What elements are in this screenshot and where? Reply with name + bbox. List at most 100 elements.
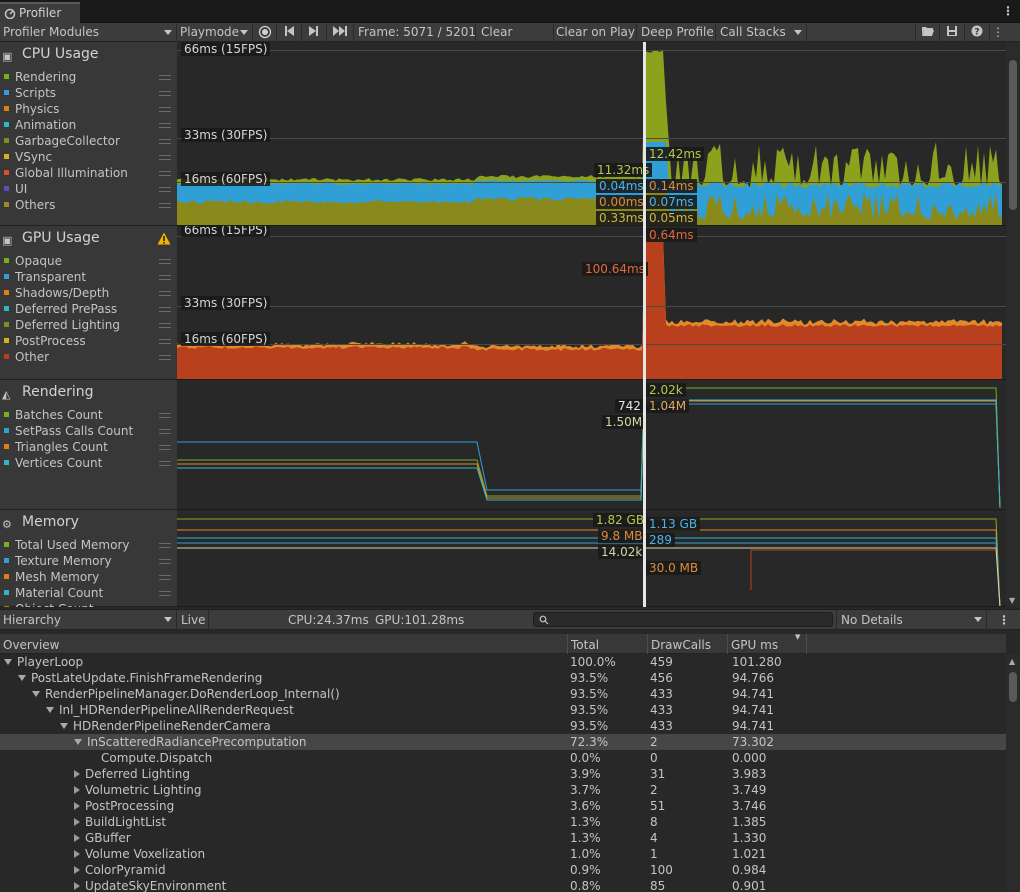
next-frame-button[interactable] <box>302 23 327 42</box>
details-menu-icon[interactable]: ⋮ <box>998 610 1010 630</box>
rendering-chart[interactable]: 742 1.50M 2.02k 1.04M <box>177 380 1006 510</box>
expand-right-icon[interactable] <box>74 834 80 842</box>
drag-handle-icon[interactable] <box>159 591 171 596</box>
chart-scrollbar-thumb[interactable] <box>1009 60 1017 210</box>
legend-item[interactable]: Opaque <box>4 254 62 270</box>
drag-handle-icon[interactable] <box>159 355 171 360</box>
deep-profile-button[interactable]: Deep Profile <box>637 23 716 42</box>
gpu-chart[interactable]: 66ms (15FPS) 33ms (30FPS) 16ms (60FPS) 1… <box>177 226 1006 380</box>
drag-handle-icon[interactable] <box>159 91 171 96</box>
legend-item[interactable]: PostProcess <box>4 334 86 350</box>
drag-handle-icon[interactable] <box>159 75 171 80</box>
expand-down-icon[interactable] <box>60 723 68 729</box>
legend-item[interactable]: Other <box>4 350 49 366</box>
legend-item[interactable]: Texture Memory <box>4 554 112 570</box>
current-frame-button[interactable] <box>327 23 354 42</box>
table-row[interactable]: UpdateSkyEnvironment 0.8% 85 0.901 <box>0 878 1006 892</box>
drag-handle-icon[interactable] <box>159 413 171 418</box>
table-row[interactable]: InScatteredRadiancePrecomputation 72.3% 2 7… <box>0 734 1006 750</box>
legend-item[interactable]: Vertices Count <box>4 456 102 472</box>
load-button[interactable] <box>915 23 940 42</box>
legend-item[interactable]: Total Used Memory <box>4 538 130 554</box>
expand-down-icon[interactable] <box>74 739 82 745</box>
column-gpu-ms[interactable]: GPU ms ▼ <box>727 633 807 654</box>
legend-item[interactable]: Global Illumination <box>4 166 128 182</box>
legend-item[interactable]: Transparent <box>4 270 86 286</box>
drag-handle-icon[interactable] <box>159 429 171 434</box>
clear-button[interactable]: Clear <box>476 23 554 42</box>
expand-right-icon[interactable] <box>74 802 80 810</box>
drag-handle-icon[interactable] <box>159 107 171 112</box>
table-row[interactable]: PlayerLoop 100.0% 459 101.280 <box>0 654 1006 670</box>
legend-item[interactable]: GarbageCollector <box>4 134 120 150</box>
module-cpu-usage[interactable]: ▣ CPU Usage Rendering Scripts Physics Animati… <box>0 42 177 226</box>
legend-item[interactable]: Rendering <box>4 70 76 86</box>
legend-item[interactable]: Mesh Memory <box>4 570 99 586</box>
drag-handle-icon[interactable] <box>159 155 171 160</box>
column-total[interactable]: Total <box>567 634 647 654</box>
expand-right-icon[interactable] <box>74 786 80 794</box>
legend-item[interactable]: UI <box>4 182 27 198</box>
save-button[interactable] <box>940 23 965 42</box>
legend-item[interactable]: Deferred Lighting <box>4 318 120 334</box>
table-row[interactable]: RenderPipelineManager.DoRenderLoop_Inter… <box>0 686 1006 702</box>
search-input[interactable] <box>533 612 833 627</box>
expand-right-icon[interactable] <box>74 866 80 874</box>
expand-down-icon[interactable] <box>32 691 40 697</box>
expand-down-icon[interactable] <box>18 675 26 681</box>
table-row[interactable]: PostProcessing 3.6% 51 3.746 <box>0 798 1006 814</box>
legend-item[interactable]: Deferred PrePass <box>4 302 117 318</box>
hierarchy-scrollbar-thumb[interactable] <box>1009 672 1017 702</box>
drag-handle-icon[interactable] <box>159 461 171 466</box>
legend-item[interactable]: Scripts <box>4 86 56 102</box>
legend-item[interactable]: Others <box>4 198 55 214</box>
scroll-up-icon[interactable]: ▲ <box>1009 657 1015 666</box>
module-memory[interactable]: ⚙ Memory Total Used Memory Texture Memory Me… <box>0 510 177 607</box>
table-row[interactable]: HDRenderPipelineRenderCamera 93.5% 433 94.7… <box>0 718 1006 734</box>
memory-chart[interactable]: 1.82 GB 9.8 MB 14.02k 1.13 GB 289 30.0 M… <box>177 510 1006 607</box>
table-row[interactable]: GBuffer 1.3% 4 1.330 <box>0 830 1006 846</box>
expand-right-icon[interactable] <box>74 770 80 778</box>
table-row[interactable]: Volume Voxelization 1.0% 1 1.021 <box>0 846 1006 862</box>
table-row[interactable]: ColorPyramid 0.9% 100 0.984 <box>0 862 1006 878</box>
expand-right-icon[interactable] <box>74 882 80 890</box>
table-row[interactable]: Compute.Dispatch 0.0% 0 0.000 <box>0 750 1006 766</box>
drag-handle-icon[interactable] <box>159 559 171 564</box>
legend-item[interactable]: Physics <box>4 102 59 118</box>
drag-handle-icon[interactable] <box>159 139 171 144</box>
legend-item[interactable]: Triangles Count <box>4 440 108 456</box>
toolbar-menu-icon[interactable]: ⋮ <box>990 23 1006 42</box>
module-gpu-usage[interactable]: ▣ GPU Usage Opaque Transparent Shadows/Depth… <box>0 226 177 380</box>
view-dropdown[interactable]: Hierarchy <box>0 610 177 630</box>
scroll-down-icon[interactable]: ▼ <box>1009 596 1015 605</box>
clear-on-play-button[interactable]: Clear on Play <box>554 23 637 42</box>
column-drawcalls[interactable]: DrawCalls <box>647 634 727 654</box>
expand-down-icon[interactable] <box>4 659 12 665</box>
legend-item[interactable]: Animation <box>4 118 76 134</box>
table-row[interactable]: Volumetric Lighting 3.7% 2 3.749 <box>0 782 1006 798</box>
legend-item[interactable]: Object Count <box>4 602 94 607</box>
drag-handle-icon[interactable] <box>159 543 171 548</box>
module-rendering[interactable]: ◭ Rendering Batches Count SetPass Calls Cou… <box>0 380 177 510</box>
help-button[interactable]: ? <box>965 23 990 42</box>
window-menu-icon[interactable]: ⋮ <box>1002 4 1014 18</box>
expand-right-icon[interactable] <box>74 818 80 826</box>
live-toggle[interactable]: Live <box>177 610 209 630</box>
call-stacks-dropdown[interactable]: Call Stacks <box>716 23 807 42</box>
drag-handle-icon[interactable] <box>159 291 171 296</box>
expand-right-icon[interactable] <box>74 850 80 858</box>
drag-handle-icon[interactable] <box>159 575 171 580</box>
profiler-tab[interactable]: Profiler <box>0 2 80 23</box>
legend-item[interactable]: Shadows/Depth <box>4 286 109 302</box>
drag-handle-icon[interactable] <box>159 203 171 208</box>
legend-item[interactable]: Material Count <box>4 586 103 602</box>
table-row[interactable]: Inl_HDRenderPipelineAllRenderRequest 93.5… <box>0 702 1006 718</box>
charts-area[interactable]: 66ms (15FPS) 33ms (30FPS) 16ms (60FPS) 1… <box>177 42 1006 607</box>
drag-handle-icon[interactable] <box>159 259 171 264</box>
expand-down-icon[interactable] <box>46 707 54 713</box>
legend-item[interactable]: VSync <box>4 150 52 166</box>
cpu-chart[interactable]: 66ms (15FPS) 33ms (30FPS) 16ms (60FPS) 1… <box>177 42 1006 226</box>
drag-handle-icon[interactable] <box>159 171 171 176</box>
drag-handle-icon[interactable] <box>159 123 171 128</box>
legend-item[interactable]: Batches Count <box>4 408 103 424</box>
